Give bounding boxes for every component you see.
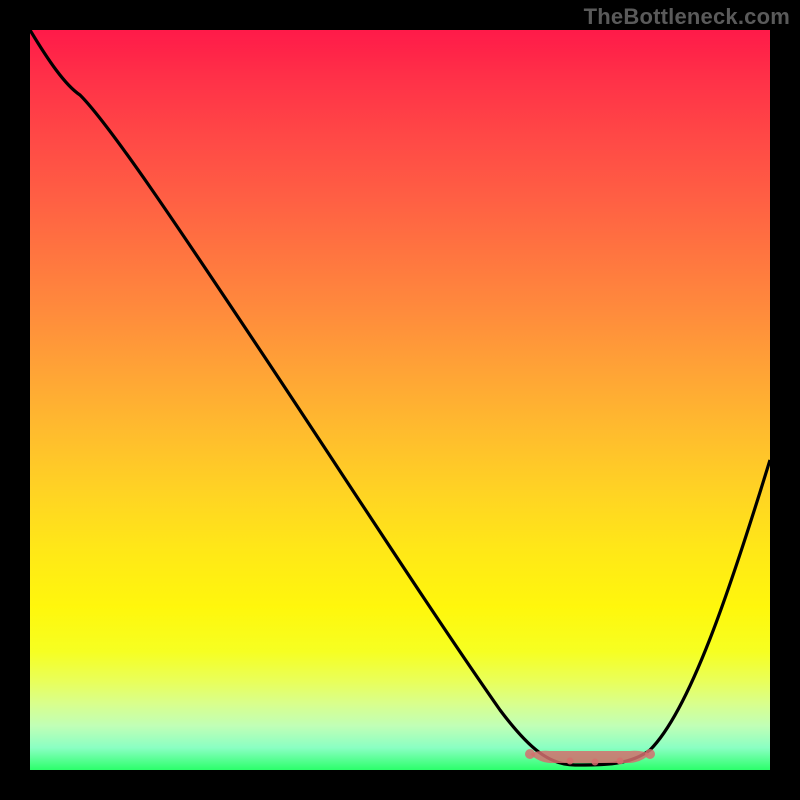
- valley-highlight: [525, 749, 655, 766]
- bottleneck-curve: [30, 30, 770, 770]
- watermark-text: TheBottleneck.com: [584, 4, 790, 30]
- chart-frame: TheBottleneck.com: [0, 0, 800, 800]
- curve-path: [30, 30, 770, 765]
- plot-area: [30, 30, 770, 770]
